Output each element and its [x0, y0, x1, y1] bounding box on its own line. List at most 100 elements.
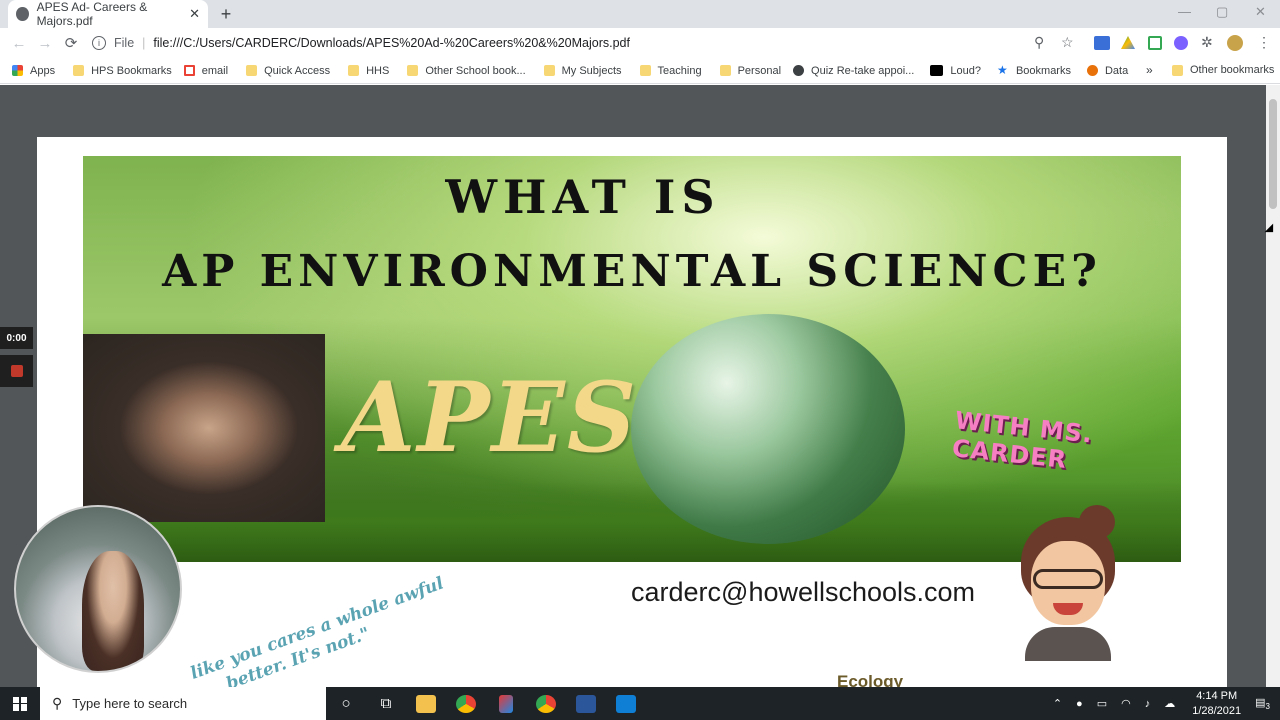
bookmarks-overflow-button[interactable]: » [1146, 63, 1153, 77]
stop-icon [10, 365, 23, 377]
bookmark-star-icon[interactable]: ☆ [1061, 34, 1074, 51]
windows-logo-icon [13, 696, 27, 711]
bookmark-label: My Subjects [561, 64, 622, 77]
extension-green-icon[interactable] [1148, 36, 1162, 50]
notifications-icon[interactable]: ▤3 [1255, 696, 1270, 711]
new-tab-button[interactable]: + [216, 4, 236, 25]
stop-recording-button[interactable] [0, 355, 33, 387]
microphone-icon[interactable]: ● [1076, 698, 1083, 710]
bookmark-hhs[interactable]: HHS [348, 65, 389, 77]
bookmark-label: Other School book... [425, 64, 526, 77]
bookmark-teaching[interactable]: Teaching [639, 64, 702, 77]
taskbar-search[interactable]: ⚲ Type here to search [40, 687, 326, 720]
bookmark-label: HHS [366, 64, 390, 77]
apps-grid-icon [12, 65, 23, 76]
bookmarks-bar: Apps HPS Bookmarks email Quick Access HH… [0, 58, 1280, 84]
clock[interactable]: 4:14 PM 1/28/2021 [1192, 689, 1241, 719]
bookmark-other[interactable]: Other bookmarks [1172, 64, 1274, 76]
bookmark-other-school[interactable]: Other School book... [407, 64, 526, 77]
bookmark-data[interactable]: Data [1086, 64, 1129, 77]
bookmark-my-subjects[interactable]: My Subjects [543, 64, 622, 77]
search-icon: ⚲ [52, 695, 63, 711]
extensions-icon[interactable]: ✲ [1201, 34, 1213, 51]
bookmark-bookmarks[interactable]: ★ Bookmarks [996, 63, 1071, 77]
chrome-profile-icon[interactable] [526, 687, 566, 720]
tab-active[interactable]: APES Ad- Careers & Majors.pdf ✕ [8, 0, 208, 28]
close-window-button[interactable]: ✕ [1255, 4, 1266, 20]
bookmark-label: Teaching [657, 64, 702, 77]
file-explorer-icon[interactable] [406, 687, 446, 720]
chevron-up-icon[interactable]: ⌃ [1053, 697, 1062, 710]
address-url[interactable]: file:///C:/Users/CARDERC/Downloads/APES%… [153, 36, 630, 50]
gmail-icon [183, 65, 195, 76]
onedrive-icon[interactable]: ☁ [1164, 697, 1175, 710]
folder-icon [407, 65, 419, 76]
folder-icon [348, 65, 360, 76]
apes-logo-text: APES [341, 361, 639, 474]
globe-icon [16, 7, 29, 21]
reload-button[interactable]: ⟳ [58, 34, 84, 52]
start-button[interactable] [0, 687, 40, 720]
avatar[interactable] [1227, 35, 1243, 51]
star-icon: ★ [996, 63, 1008, 77]
chimpanzee-image [83, 334, 325, 522]
na-icon [930, 65, 944, 76]
info-icon[interactable]: i [92, 36, 106, 50]
photos-icon[interactable] [606, 687, 646, 720]
bookmark-label: Apps [30, 64, 56, 77]
bookmark-label: Data [1104, 64, 1129, 77]
bookmark-personal[interactable]: Personal [719, 65, 781, 77]
cortana-icon[interactable]: ○ [326, 687, 366, 720]
folder-icon [639, 65, 651, 76]
bookmark-apps[interactable]: Apps [12, 65, 55, 77]
scrollbar-thumb[interactable] [1269, 99, 1277, 209]
bookmark-quick-access[interactable]: Quick Access [246, 65, 330, 77]
forward-button[interactable]: → [32, 35, 58, 52]
tab-title: APES Ad- Careers & Majors.pdf [36, 0, 148, 28]
pdf-viewer[interactable]: WHAT IS AP ENVIRONMENTAL SCIENCE? APES W… [0, 85, 1266, 687]
clock-date: 1/28/2021 [1192, 704, 1242, 717]
app-icon[interactable] [486, 687, 526, 720]
clock-time: 4:14 PM [1196, 689, 1238, 702]
back-button[interactable]: ← [6, 35, 32, 52]
chrome-icon[interactable] [446, 687, 486, 720]
bookmark-label: HPS Bookmarks [91, 64, 172, 77]
menu-icon[interactable]: ⋮ [1257, 34, 1271, 51]
zoom-icon[interactable]: ⚲ [1034, 34, 1044, 51]
bookmark-label: email [201, 64, 229, 77]
bookmark-email[interactable]: email [183, 64, 229, 77]
minimize-button[interactable]: — [1178, 4, 1191, 19]
maximize-button[interactable]: ▢ [1216, 4, 1228, 20]
globe-icon [793, 65, 805, 76]
bookmark-quiz-retake[interactable]: Quiz Re-take appoi... [793, 65, 914, 77]
bookmark-label: Quiz Re-take appoi... [811, 64, 915, 77]
recording-timer: 0:00 [0, 327, 33, 349]
bookmark-label: Loud? [950, 64, 981, 77]
taskbar-search-placeholder: Type here to search [72, 696, 188, 711]
quote-text: like you cares a whole awful better. It'… [188, 573, 455, 687]
bookmark-hps[interactable]: HPS Bookmarks [73, 65, 172, 77]
bookmark-loud[interactable]: Loud? [930, 65, 981, 77]
system-tray: ⌃ ● ▭ ◠ ♪ ☁ 4:14 PM 1/28/2021 ▤3 [1046, 687, 1280, 720]
tab-close-icon[interactable]: ✕ [189, 6, 200, 22]
webcam-bubble[interactable] [14, 505, 182, 673]
folder-icon [1172, 64, 1183, 76]
battery-icon[interactable]: ▭ [1097, 697, 1107, 710]
wifi-icon[interactable]: ◠ [1121, 697, 1131, 710]
with-ms-carder-label: WITH MS. CARDER [950, 406, 1095, 475]
folder-icon [246, 65, 258, 76]
banner-image: WHAT IS AP ENVIRONMENTAL SCIENCE? APES W… [83, 156, 1181, 562]
volume-icon[interactable]: ♪ [1145, 698, 1151, 710]
glass-globe-image [631, 314, 905, 544]
word-icon[interactable] [566, 687, 606, 720]
address-bar[interactable]: i File | file:///C:/Users/CARDERC/Downlo… [92, 31, 1082, 55]
folder-icon [719, 65, 731, 76]
extension-calendar-icon[interactable] [1094, 36, 1110, 50]
browser-toolbar: ← → ⟳ i File | file:///C:/Users/CARDERC/… [0, 28, 1280, 58]
bookmark-label: Quick Access [264, 64, 331, 77]
task-view-icon[interactable]: ⧉ [366, 687, 406, 720]
bitmoji-image [1013, 505, 1123, 661]
extension-purple-icon[interactable] [1174, 36, 1188, 50]
vertical-scrollbar[interactable] [1266, 85, 1280, 687]
pdf-page: WHAT IS AP ENVIRONMENTAL SCIENCE? APES W… [37, 137, 1227, 687]
